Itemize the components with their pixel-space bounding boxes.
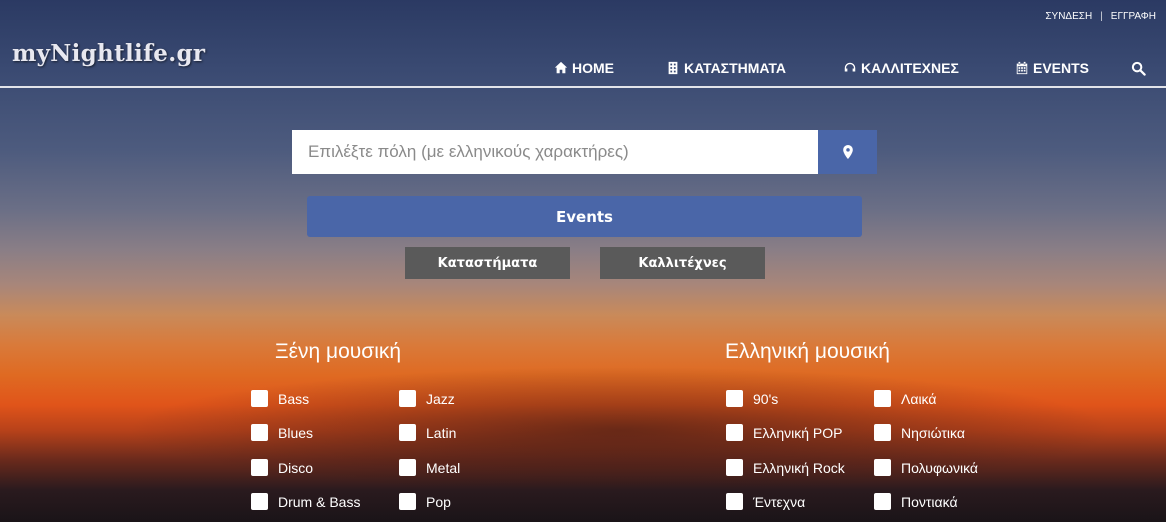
locate-button[interactable] <box>818 130 877 174</box>
genre-checkbox-pontiaka[interactable]: Ποντιακά <box>874 493 958 510</box>
genre-checkbox-latin[interactable]: Latin <box>399 424 456 441</box>
city-search-input[interactable] <box>292 130 818 174</box>
genre-checkbox-jazz[interactable]: Jazz <box>399 390 455 407</box>
login-link[interactable]: ΣΥΝΔΕΣΗ <box>1045 11 1092 22</box>
checkbox[interactable] <box>399 390 416 407</box>
genre-checkbox-metal[interactable]: Metal <box>399 459 460 476</box>
genre-checkbox-nisiotika[interactable]: Νησιώτικα <box>874 424 965 441</box>
genre-label: Blues <box>278 424 314 441</box>
checkbox[interactable] <box>399 424 416 441</box>
genre-checkbox-laika[interactable]: Λαικά <box>874 390 936 407</box>
top-bar: myNightlife.gr ΣΥΝΔΕΣΗ | ΕΓΓΡΑΦΗ HOME ΚΑ… <box>0 0 1166 88</box>
building-icon <box>668 61 678 75</box>
checkbox[interactable] <box>726 390 743 407</box>
checkbox[interactable] <box>399 459 416 476</box>
checkbox[interactable] <box>874 459 891 476</box>
genre-label: Metal <box>426 459 461 476</box>
genre-label: Ποντιακά <box>901 493 958 510</box>
genre-checkbox-90s[interactable]: 90's <box>726 390 778 407</box>
nav-events[interactable]: EVENTS <box>1015 60 1089 76</box>
checkbox[interactable] <box>251 459 268 476</box>
genre-checkbox-greek-rock[interactable]: Ελληνική Rock <box>726 459 845 476</box>
main-nav: HOME ΚΑΤΑΣΤΗΜΑΤΑ ΚΑΛΛΙΤΕΧΝΕΣ EVENTS <box>0 60 1166 80</box>
greek-music-title: Ελληνική μουσική <box>725 340 890 363</box>
search-icon <box>1131 61 1146 76</box>
nav-stores[interactable]: ΚΑΤΑΣΤΗΜΑΤΑ <box>666 60 786 76</box>
genre-label: Bass <box>278 390 310 407</box>
search-button[interactable] <box>1131 61 1146 80</box>
genre-checkbox-polyfonika[interactable]: Πολυφωνικά <box>874 459 978 476</box>
genre-label: Drum & Bass <box>278 493 361 510</box>
checkbox[interactable] <box>874 493 891 510</box>
genre-label: Πολυφωνικά <box>901 459 978 476</box>
checkbox[interactable] <box>726 493 743 510</box>
home-icon <box>554 61 568 74</box>
nav-events-label: EVENTS <box>1033 60 1090 76</box>
genre-label: Jazz <box>426 390 455 407</box>
genre-label: 90's <box>753 390 779 407</box>
nav-home-label: HOME <box>572 60 614 76</box>
genre-label: Νησιώτικα <box>901 424 965 441</box>
foreign-music-title: Ξένη μουσική <box>275 340 402 363</box>
genre-label: Ελληνική Rock <box>753 459 845 476</box>
register-link[interactable]: ΕΓΓΡΑΦΗ <box>1111 11 1156 22</box>
stores-button[interactable]: Καταστήματα <box>405 247 570 279</box>
genre-label: Disco <box>278 459 314 476</box>
genre-label: Έντεχνα <box>753 493 806 510</box>
calendar-icon <box>1016 61 1028 75</box>
events-button[interactable]: Events <box>307 196 862 237</box>
auth-separator: | <box>1100 11 1103 22</box>
checkbox[interactable] <box>726 424 743 441</box>
genre-label: Latin <box>426 424 457 441</box>
genre-checkbox-bass[interactable]: Bass <box>251 390 309 407</box>
genre-label: Λαικά <box>901 390 937 407</box>
genre-checkbox-drum-bass[interactable]: Drum & Bass <box>251 493 360 510</box>
artists-button[interactable]: Καλλιτέχνες <box>600 247 765 279</box>
checkbox[interactable] <box>399 493 416 510</box>
genre-label: Ελληνική POP <box>753 424 843 441</box>
genre-checkbox-disco[interactable]: Disco <box>251 459 313 476</box>
checkbox[interactable] <box>251 424 268 441</box>
genre-checkbox-pop[interactable]: Pop <box>399 493 451 510</box>
map-marker-icon <box>842 145 853 159</box>
auth-links: ΣΥΝΔΕΣΗ | ΕΓΓΡΑΦΗ <box>1045 11 1156 22</box>
nav-artists[interactable]: ΚΑΛΛΙΤΕΧΝΕΣ <box>843 60 959 76</box>
checkbox[interactable] <box>251 493 268 510</box>
genre-label: Pop <box>426 493 451 510</box>
checkbox[interactable] <box>251 390 268 407</box>
genre-checkbox-blues[interactable]: Blues <box>251 424 313 441</box>
nav-home[interactable]: HOME <box>554 60 614 76</box>
nav-stores-label: ΚΑΤΑΣΤΗΜΑΤΑ <box>684 60 786 76</box>
genre-checkbox-greek-pop[interactable]: Ελληνική POP <box>726 424 842 441</box>
genre-checkbox-entexna[interactable]: Έντεχνα <box>726 493 805 510</box>
headphones-icon <box>844 62 856 72</box>
nav-artists-label: ΚΑΛΛΙΤΕΧΝΕΣ <box>861 60 959 76</box>
checkbox[interactable] <box>874 424 891 441</box>
checkbox[interactable] <box>726 459 743 476</box>
checkbox[interactable] <box>874 390 891 407</box>
